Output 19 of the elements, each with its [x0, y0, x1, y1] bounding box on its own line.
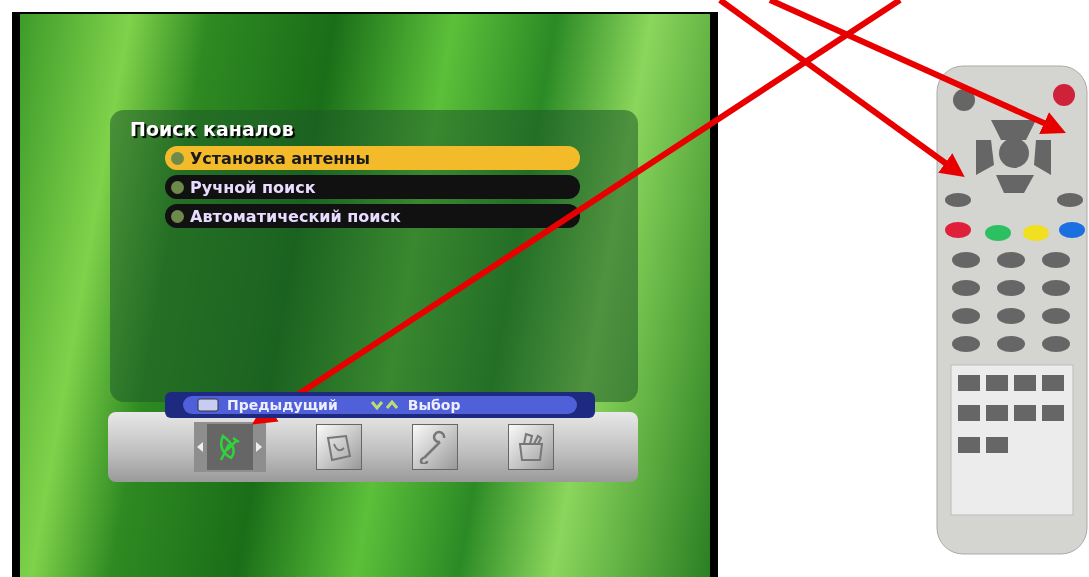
menu-item[interactable]: Автоматический поиск	[165, 204, 580, 228]
bullet-icon	[171, 180, 184, 194]
menu-item-label: Установка антенны	[190, 148, 370, 168]
right-arrow-icon	[256, 442, 263, 452]
menu-item-label: Ручной поиск	[190, 177, 316, 197]
menu-item[interactable]: Установка антенны	[165, 146, 580, 170]
bullet-icon	[171, 151, 184, 165]
menu-item[interactable]: Ручной поиск	[165, 175, 580, 199]
key-icon	[197, 398, 219, 412]
toolbar-item[interactable]	[508, 424, 554, 470]
menu-title: Поиск каналов	[130, 118, 294, 140]
left-arrow-icon	[197, 442, 204, 452]
bullet-icon	[171, 209, 184, 223]
toolbar-item[interactable]	[316, 424, 362, 470]
toolbar-item[interactable]	[194, 422, 266, 472]
hint-label: Выбор	[407, 397, 461, 413]
hint-label: Предыдущий	[227, 397, 338, 413]
menu-item-label: Автоматический поиск	[190, 206, 401, 226]
toolbar-item[interactable]	[412, 424, 458, 470]
